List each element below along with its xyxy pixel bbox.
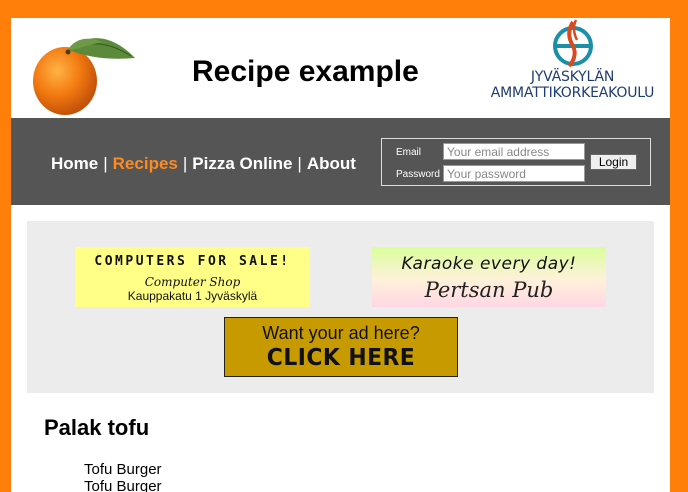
password-field[interactable] [443,165,585,182]
nav-about[interactable]: About [307,154,356,174]
ads-panel: COMPUTERS FOR SALE! Computer Shop Kauppa… [27,221,654,393]
jamk-logo-icon [553,19,593,68]
school-name-line1: JYVÄSKYLÄN [530,69,615,85]
computer-shop-ad[interactable]: COMPUTERS FOR SALE! Computer Shop Kauppa… [75,247,310,307]
main-nav: Home | Recipes | Pizza Online | About [51,154,356,174]
nav-separator: | [182,154,188,173]
page: Recipe example JYVÄSKYLÄN AMMATTIKORKEAK… [11,18,670,492]
nav-separator: | [103,154,108,173]
password-label: Password [396,169,440,180]
ad-headline: Karaoke every day! [401,254,577,274]
navbar: Home | Recipes | Pizza Online | About Em… [11,118,670,205]
login-button[interactable]: Login [590,154,637,170]
ad-headline: Want your ad here? [262,323,420,343]
nav-recipes[interactable]: Recipes [113,154,178,174]
ad-pub-name: Pertsan Pub [424,278,554,302]
orange-fruit-logo-icon [33,38,135,115]
school-logo: JYVÄSKYLÄN AMMATTIKORKEAKOULU [485,18,660,108]
email-label: Email [396,147,422,158]
ad-shop-address: Kauppakatu 1 Jyväskylä [127,289,258,303]
advertise-here-ad[interactable]: Want your ad here? CLICK HERE [224,317,458,377]
login-form: Email Password Login [381,138,651,186]
email-field[interactable] [443,143,585,160]
recipe-title: Palak tofu [44,415,150,440]
ad-shop-name: Computer Shop [144,275,241,289]
school-name-line2: AMMATTIKORKEAKOULU [490,85,655,101]
ad-headline: COMPUTERS FOR SALE! [94,254,291,269]
pub-ad[interactable]: Karaoke every day! Pertsan Pub [372,247,606,307]
list-item: Tofu Burger [84,478,162,492]
page-title: Recipe example [192,55,419,88]
ad-cta: CLICK HERE [266,345,416,371]
recipe-list: Tofu Burger Tofu Burger [84,461,162,492]
header: Recipe example JYVÄSKYLÄN AMMATTIKORKEAK… [11,18,670,118]
nav-home[interactable]: Home [51,154,98,174]
nav-separator: | [297,154,302,173]
list-item: Tofu Burger [84,461,162,478]
nav-pizza-online[interactable]: Pizza Online [192,154,292,174]
